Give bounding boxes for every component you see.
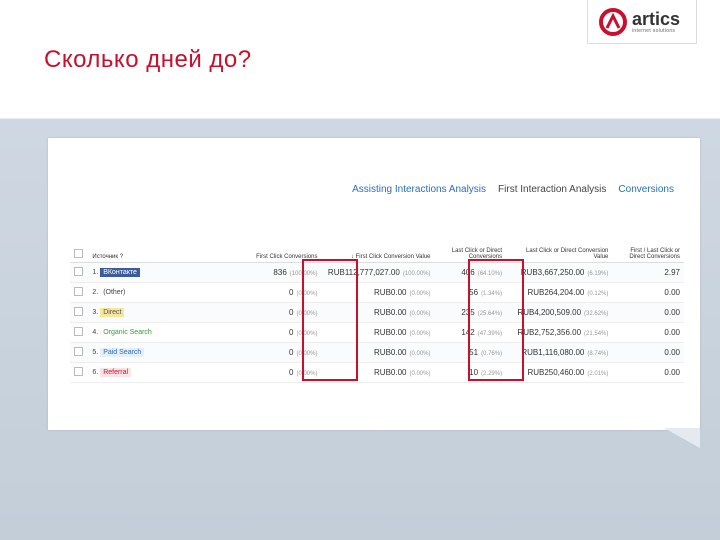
highlight-last-click [468, 259, 524, 381]
first-click-value: RUB0.00 [374, 368, 407, 377]
artics-logo: artics internet solutions [587, 0, 697, 44]
row-number: 3. [92, 309, 99, 316]
ratio-value: 0.00 [664, 368, 680, 377]
table-row[interactable]: 2. (Other) 0 (0.00%) RUB0.00 (0.00%) 56 (1.34%… [70, 282, 684, 303]
first-click-value-pct: (100.00%) [402, 271, 431, 277]
first-click-value: RUB0.00 [374, 308, 407, 317]
source-link[interactable]: ВКонтакте [100, 268, 140, 277]
first-click-value: RUB0.00 [374, 348, 407, 357]
row-number: 2. [92, 289, 99, 296]
ratio-value: 0.00 [664, 288, 680, 297]
last-click-value: RUB3,667,250.00 [520, 268, 585, 277]
column-source[interactable]: Источник ? [88, 232, 250, 263]
tab-conversions[interactable]: Conversions [618, 184, 674, 195]
table-row[interactable]: 6. Referral 0 (0.00%) RUB0.00 (0.00%) 10 (2.29… [70, 362, 684, 383]
select-all-checkbox[interactable] [74, 249, 83, 258]
source-link[interactable]: Referral [100, 368, 132, 377]
tab-assisting-interactions[interactable]: Assisting Interactions Analysis [352, 184, 486, 195]
last-click-value-pct: (0.12%) [587, 291, 609, 297]
ratio-value: 2.97 [664, 268, 680, 277]
first-click-count: 0 [289, 308, 294, 317]
first-click-count: 0 [289, 368, 294, 377]
column-ratio[interactable]: First / Last Click or Direct Conversions [612, 232, 684, 263]
column-first-click-conversions[interactable]: First Click Conversions [249, 232, 322, 263]
first-click-count: 836 [273, 268, 287, 277]
first-click-value: RUB0.00 [374, 328, 407, 337]
row-number: 6. [92, 369, 99, 376]
row-checkbox[interactable] [74, 267, 83, 276]
first-click-count: 0 [289, 288, 294, 297]
table-row[interactable]: 5. Paid Search 0 (0.00%) RUB0.00 (0.00%) 51 (0… [70, 342, 684, 363]
row-checkbox[interactable] [74, 327, 83, 336]
first-click-value-pct: (0.00%) [409, 371, 431, 377]
row-checkbox[interactable] [74, 307, 83, 316]
last-click-value-pct: (2.01%) [587, 371, 609, 377]
table-header-row: Источник ? First Click Conversions ↓ Fir… [70, 232, 684, 263]
column-last-click-conversions[interactable]: Last Click or Direct Conversions [434, 232, 507, 263]
source-link[interactable]: Organic Search [100, 328, 155, 337]
first-click-value: RUB0.00 [374, 288, 407, 297]
row-checkbox[interactable] [74, 367, 83, 376]
table-row[interactable]: 4. Organic Search 0 (0.00%) RUB0.00 (0.00%) 1… [70, 322, 684, 343]
last-click-value: RUB264,204.00 [527, 288, 585, 297]
first-click-value-pct: (0.00%) [409, 311, 431, 317]
last-click-value-pct: (21.54%) [584, 331, 609, 337]
page-curl-decoration [664, 428, 700, 448]
column-last-click-value[interactable]: Last Click or Direct Conversion Value [506, 232, 613, 263]
highlight-first-click [302, 259, 358, 381]
ratio-value: 0.00 [664, 348, 680, 357]
artics-logo-icon [599, 7, 627, 36]
source-link[interactable]: Paid Search [100, 348, 145, 357]
table-row[interactable]: 3. Direct 0 (0.00%) RUB0.00 (0.00%) 235 (25.64… [70, 302, 684, 323]
conversions-table: Источник ? First Click Conversions ↓ Fir… [70, 232, 684, 383]
last-click-value-pct: (6.19%) [587, 271, 609, 277]
last-click-value-pct: (32.62%) [584, 311, 609, 317]
row-number: 1. [92, 269, 99, 276]
tab-first-interaction[interactable]: First Interaction Analysis [498, 184, 606, 195]
analytics-report-panel: Assisting Interactions Analysis First In… [48, 138, 700, 430]
last-click-value: RUB4,200,509.00 [517, 308, 582, 317]
column-first-click-value[interactable]: ↓ First Click Conversion Value [321, 232, 435, 263]
source-link[interactable]: (Other) [100, 288, 129, 297]
first-click-count: 0 [289, 328, 294, 337]
first-click-value-pct: (0.00%) [409, 291, 431, 297]
help-icon: ? [119, 254, 124, 260]
last-click-value-pct: (8.74%) [587, 351, 609, 357]
last-click-value: RUB1,116,080.00 [521, 348, 585, 357]
row-number: 5. [92, 349, 99, 356]
first-click-count: 0 [289, 348, 294, 357]
row-number: 4. [92, 329, 99, 336]
slide-title: Сколько дней до? [44, 46, 252, 73]
row-checkbox[interactable] [74, 287, 83, 296]
table-row[interactable]: 1. ВКонтакте 836 (100.00%) RUB112,777,027.0… [70, 262, 684, 283]
source-link[interactable]: Direct [100, 308, 125, 317]
row-checkbox[interactable] [74, 347, 83, 356]
first-click-value-pct: (0.00%) [409, 351, 431, 357]
report-tabs: Assisting Interactions Analysis First In… [352, 184, 674, 195]
ratio-value: 0.00 [664, 308, 680, 317]
logo-subtitle: internet solutions [632, 27, 676, 34]
last-click-value: RUB250,460.00 [527, 368, 585, 377]
first-click-value-pct: (0.00%) [409, 331, 431, 337]
logo-name: artics [632, 8, 681, 29]
last-click-value: RUB2,752,356.00 [517, 328, 582, 337]
ratio-value: 0.00 [664, 328, 680, 337]
